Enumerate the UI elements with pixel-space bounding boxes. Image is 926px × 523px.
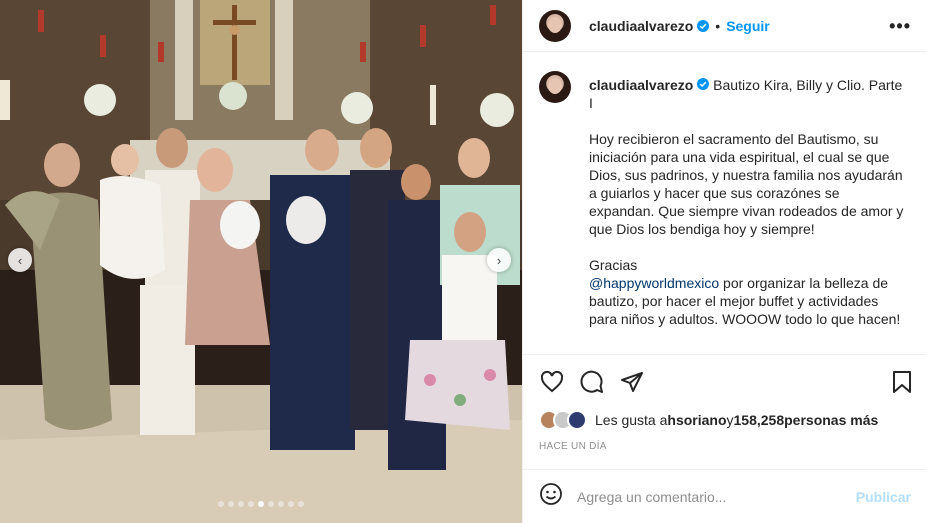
carousel-dot [268, 501, 274, 507]
carousel-next-button[interactable]: › [487, 248, 511, 272]
bookmark-icon[interactable] [889, 369, 915, 395]
carousel-dot [228, 501, 234, 507]
caption-username-link[interactable]: claudiaalvarezo [589, 77, 693, 93]
verified-badge-icon [697, 19, 710, 32]
verified-badge-icon [697, 78, 710, 90]
caption-area: claudiaalvarezo Bautizo Kira, Billy y Cl… [523, 53, 926, 353]
caption-paragraph: Hoy recibieron el sacramento del Bautism… [589, 131, 908, 237]
comment-bar: Publicar [523, 469, 926, 523]
caption-text: claudiaalvarezo Bautizo Kira, Billy y Cl… [589, 69, 904, 346]
heart-icon[interactable] [539, 369, 565, 395]
post-timestamp[interactable]: HACE UN DÍA [539, 441, 607, 452]
post-media[interactable]: ‹ › [0, 0, 522, 523]
separator-dot: • [715, 17, 721, 34]
liker-avatars [539, 410, 587, 430]
chevron-left-icon: ‹ [17, 252, 23, 268]
carousel-dot [278, 501, 284, 507]
carousel-prev-button[interactable]: ‹ [8, 248, 32, 272]
action-bar [523, 354, 926, 406]
likes-suffix[interactable]: personas más [784, 412, 878, 428]
liker-username-link[interactable]: hsoriano [667, 412, 726, 428]
carousel-dot [298, 501, 304, 507]
username-link[interactable]: claudiaalvarezo [589, 18, 693, 34]
more-options-icon[interactable]: ••• [889, 16, 911, 37]
caption-row: claudiaalvarezo Bautizo Kira, Billy y Cl… [539, 69, 911, 346]
paper-plane-icon[interactable] [619, 369, 645, 395]
caption-gracias: Gracias [589, 257, 638, 273]
post-side-panel: claudiaalvarezo • Seguir ••• claudiaalva… [522, 0, 926, 523]
caption-paragraph: @happyworldmexico por organizar la belle… [589, 274, 904, 328]
likes-count[interactable]: 158,258 [734, 412, 785, 428]
likes-summary[interactable]: Les gusta a hsoriano y 158,258 personas … [539, 410, 878, 430]
carousel-dot [238, 501, 244, 507]
post-header: claudiaalvarezo • Seguir ••• [523, 0, 926, 52]
carousel-dot [218, 501, 224, 507]
avatar[interactable] [539, 71, 571, 103]
caption-title-line: claudiaalvarezo Bautizo Kira, Billy y Cl… [589, 76, 904, 112]
smiley-icon[interactable] [539, 482, 563, 511]
carousel-dot [258, 501, 264, 507]
avatar [567, 410, 587, 430]
chevron-right-icon: › [496, 252, 502, 268]
carousel-indicator [0, 501, 522, 507]
avatar[interactable] [539, 9, 571, 42]
carousel-dot [248, 501, 254, 507]
carousel-dot [288, 501, 294, 507]
mention-link[interactable]: @happyworldmexico [589, 275, 719, 291]
follow-button[interactable]: Seguir [726, 18, 770, 34]
comment-bubble-icon[interactable] [579, 369, 605, 395]
likes-middle: y [726, 412, 734, 428]
publish-button[interactable]: Publicar [856, 489, 911, 505]
comment-input[interactable] [577, 488, 856, 505]
baptism-family-photo [0, 0, 522, 523]
likes-prefix: Les gusta a [595, 412, 668, 428]
